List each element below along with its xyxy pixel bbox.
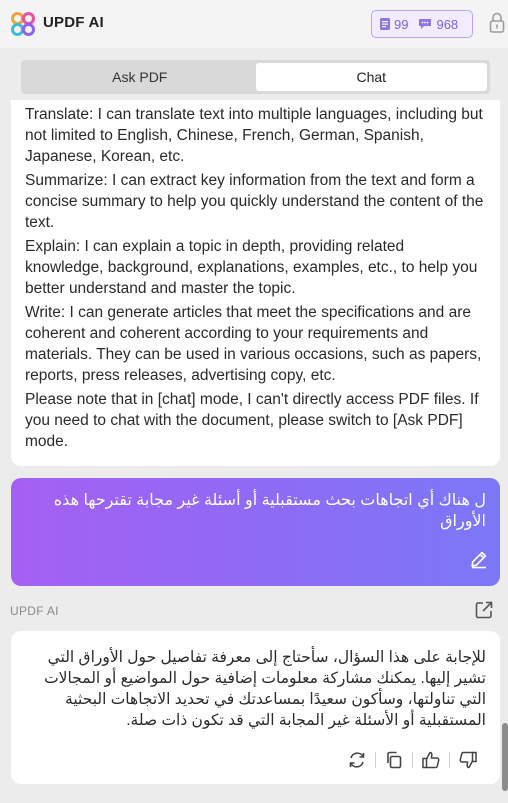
divider bbox=[449, 752, 450, 768]
dislike-button[interactable] bbox=[456, 748, 480, 772]
ai-paragraph-write: Write: I can generate articles that meet… bbox=[25, 304, 482, 384]
updf-logo-icon bbox=[11, 12, 35, 36]
thumbs-up-icon bbox=[422, 751, 440, 769]
app-title: UPDF AI bbox=[43, 14, 104, 31]
ai-paragraph-explain: Explain: I can explain a topic in depth,… bbox=[25, 238, 478, 297]
app-header: UPDF AI 99 968 bbox=[0, 0, 508, 48]
chat-credits-count: 968 bbox=[436, 16, 459, 32]
doc-credits: 99 bbox=[380, 17, 408, 32]
lock-icon[interactable] bbox=[489, 12, 505, 34]
chat-bubble-icon bbox=[419, 19, 432, 29]
message-actions bbox=[345, 748, 480, 772]
user-message: ل هناك أي اتجاهات بحث مستقبلية أو أسئلة … bbox=[11, 478, 500, 586]
divider bbox=[412, 752, 413, 768]
mode-tabs: Ask PDF Chat bbox=[21, 60, 490, 94]
user-message-text: ل هناك أي اتجاهات بحث مستقبلية أو أسئلة … bbox=[53, 492, 486, 530]
open-external-icon[interactable] bbox=[474, 600, 494, 620]
chat-credits: 968 bbox=[418, 17, 458, 32]
document-icon bbox=[380, 18, 390, 30]
credits-badge[interactable]: 99 968 bbox=[371, 10, 473, 38]
copy-icon bbox=[387, 751, 402, 769]
ai-sender-label: UPDF AI bbox=[10, 604, 59, 618]
ai-paragraph-note: Please note that in [chat] mode, I can't… bbox=[25, 391, 479, 450]
regenerate-button[interactable] bbox=[345, 748, 369, 772]
tab-chat[interactable]: Chat bbox=[255, 63, 487, 91]
ai-paragraph-translate: Translate: I can translate text into mul… bbox=[25, 106, 483, 165]
divider bbox=[375, 752, 376, 768]
thumbs-down-icon bbox=[459, 751, 477, 769]
copy-button[interactable] bbox=[382, 748, 406, 772]
tab-ask-pdf[interactable]: Ask PDF bbox=[24, 63, 256, 91]
ai-message: Translate: I can translate text into mul… bbox=[11, 100, 500, 466]
edit-icon[interactable] bbox=[469, 549, 489, 569]
doc-credits-count: 99 bbox=[394, 16, 409, 32]
ai-paragraph-summarize: Summarize: I can extract key information… bbox=[25, 172, 484, 231]
chat-thread[interactable]: Translate: I can translate text into mul… bbox=[0, 100, 508, 803]
scrollbar-thumb[interactable] bbox=[502, 723, 508, 791]
refresh-icon bbox=[349, 752, 365, 768]
ai-reply-text: للإجابة على هذا السؤال، سأحتاج إلى معرفة… bbox=[44, 649, 486, 729]
like-button[interactable] bbox=[419, 748, 443, 772]
